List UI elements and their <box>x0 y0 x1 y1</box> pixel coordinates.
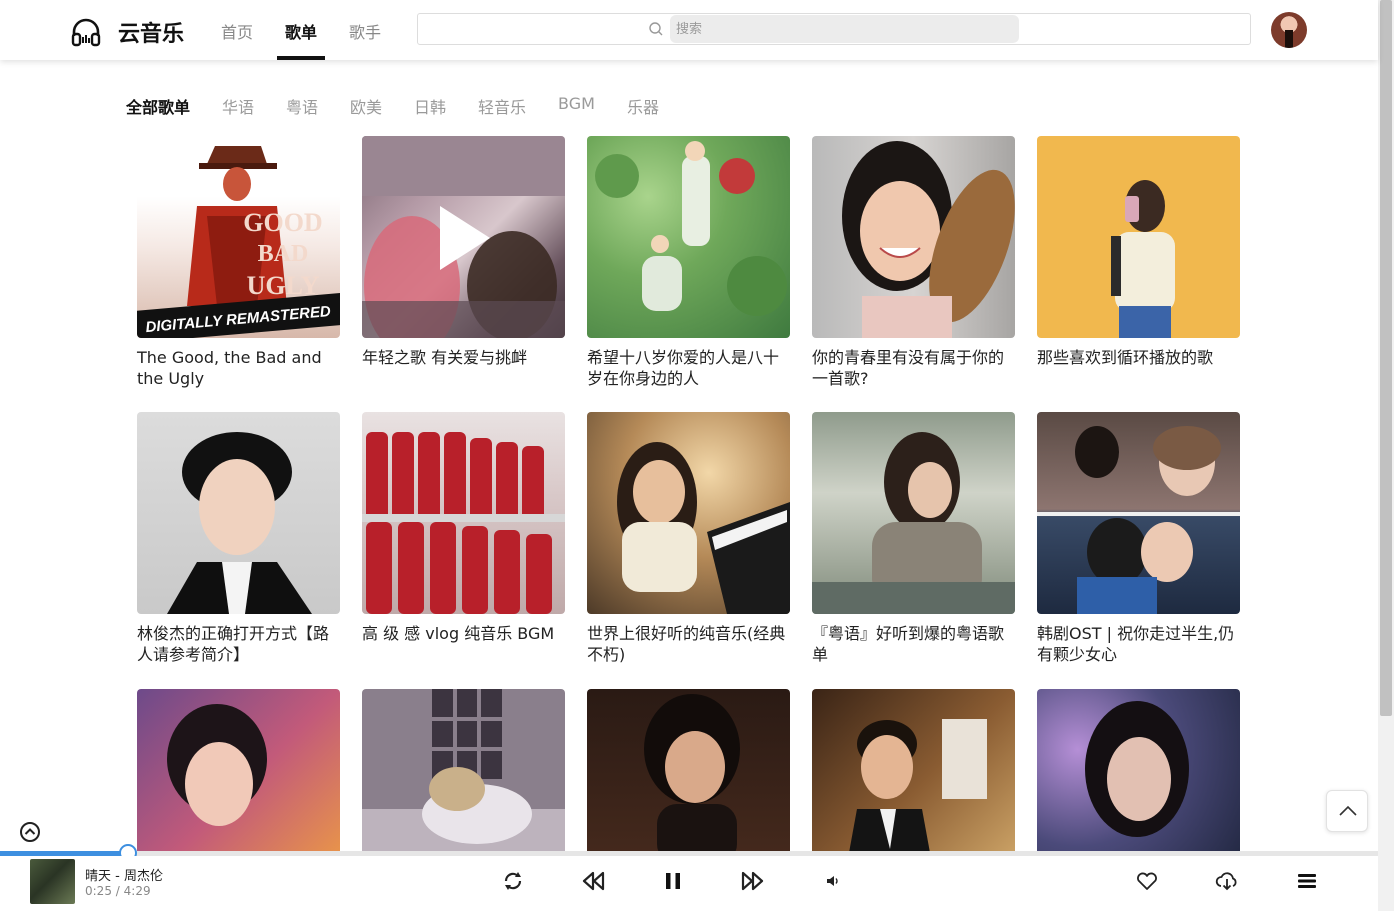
playlist-cover[interactable] <box>812 136 1015 338</box>
category-all[interactable]: 全部歌单 <box>126 94 190 118</box>
back-to-top-button[interactable] <box>1326 790 1368 832</box>
user-avatar[interactable] <box>1271 12 1307 48</box>
loop-icon[interactable] <box>500 868 526 894</box>
playlist-cover[interactable] <box>587 412 790 614</box>
playlist-cover[interactable]: GOOD BAD UGLY DIGITALLY REMASTERED <box>137 136 340 338</box>
headphones-logo-icon[interactable] <box>70 16 102 48</box>
playlist-cover[interactable] <box>1037 412 1240 614</box>
category-western[interactable]: 欧美 <box>350 94 382 118</box>
category-cantonese[interactable]: 粤语 <box>286 94 318 118</box>
playlist-title[interactable]: 『粤语』好听到爆的粤语歌单 <box>812 623 1015 665</box>
playlist-card[interactable]: 年轻之歌 有关爱与挑衅 <box>362 136 565 368</box>
search-input[interactable] <box>670 15 1019 43</box>
playlist-card[interactable]: 你的青春里有没有属于你的一首歌? <box>812 136 1015 389</box>
category-light-music[interactable]: 轻音乐 <box>478 94 526 118</box>
svg-text:BAD: BAD <box>258 241 309 267</box>
playlist-card[interactable]: 韩剧OST | 祝你走过半生,仍有颗少女心 <box>1037 412 1240 665</box>
playlist-title[interactable]: 世界上很好听的纯音乐(经典不朽) <box>587 623 790 665</box>
chevron-up-icon <box>1339 805 1357 816</box>
cowboy-poster-art: GOOD BAD UGLY DIGITALLY REMASTERED <box>137 146 340 338</box>
playlist-cover[interactable] <box>812 412 1015 614</box>
playlist-card[interactable]: 希望十八岁你爱的人是八十岁在你身边的人 <box>587 136 790 389</box>
total-time: 4:29 <box>123 884 151 898</box>
category-chinese[interactable]: 华语 <box>222 94 254 118</box>
search-icon <box>649 22 663 36</box>
player-bar <box>0 856 1378 911</box>
playlist-title[interactable]: 年轻之歌 有关爱与挑衅 <box>362 347 565 368</box>
playlist-title[interactable]: The Good, the Bad and the Ugly <box>137 347 340 389</box>
nav-active-indicator <box>277 56 325 60</box>
playlist-card[interactable]: 高 级 感 vlog 纯音乐 BGM <box>362 412 565 644</box>
playlist-card[interactable]: 『粤语』好听到爆的粤语歌单 <box>812 412 1015 665</box>
playlist-title[interactable]: 高 级 感 vlog 纯音乐 BGM <box>362 623 565 644</box>
playlist-title[interactable]: 希望十八岁你爱的人是八十岁在你身边的人 <box>587 347 790 389</box>
playlist-title[interactable]: 你的青春里有没有属于你的一首歌? <box>812 347 1015 389</box>
nav-artists[interactable]: 歌手 <box>349 19 381 43</box>
brand-name[interactable]: 云音乐 <box>118 16 184 48</box>
now-playing-cover[interactable] <box>30 859 75 904</box>
volume-icon[interactable] <box>820 868 846 894</box>
playlist-cover[interactable] <box>362 412 565 614</box>
playlist-menu-icon[interactable] <box>1294 868 1320 894</box>
page-scrollbar-thumb[interactable] <box>1380 0 1392 716</box>
playlist-card[interactable]: 林俊杰的正确打开方式【路人请参考简介】 <box>137 412 340 665</box>
now-playing-title[interactable]: 晴天 - 周杰伦 <box>85 865 163 884</box>
playlist-card[interactable]: GOOD BAD UGLY DIGITALLY REMASTERED The G… <box>137 136 340 389</box>
svg-text:GOOD: GOOD <box>243 208 322 237</box>
expand-player-icon[interactable] <box>19 821 41 843</box>
nav-playlists[interactable]: 歌单 <box>285 19 317 43</box>
category-instruments[interactable]: 乐器 <box>627 94 659 118</box>
nav-home[interactable]: 首页 <box>221 19 253 43</box>
pause-icon[interactable] <box>660 868 686 894</box>
top-header: 云音乐 首页 歌单 歌手 <box>0 0 1378 60</box>
playlist-card[interactable]: 世界上很好听的纯音乐(经典不朽) <box>587 412 790 665</box>
next-icon[interactable] <box>740 868 766 894</box>
playlist-card[interactable]: 那些喜欢到循环播放的歌 <box>1037 136 1240 368</box>
playlist-cover[interactable] <box>137 412 340 614</box>
playlist-cover[interactable] <box>587 136 790 338</box>
download-cloud-icon[interactable] <box>1214 868 1240 894</box>
playlist-cover[interactable] <box>362 136 565 338</box>
playlist-title[interactable]: 韩剧OST | 祝你走过半生,仍有颗少女心 <box>1037 623 1240 665</box>
playlist-title[interactable]: 那些喜欢到循环播放的歌 <box>1037 347 1240 368</box>
now-playing-time: 0:25 / 4:29 <box>85 884 151 898</box>
category-bgm[interactable]: BGM <box>558 94 595 113</box>
previous-icon[interactable] <box>580 868 606 894</box>
category-japan-korea[interactable]: 日韩 <box>414 94 446 118</box>
playlist-title[interactable]: 林俊杰的正确打开方式【路人请参考简介】 <box>137 623 340 665</box>
current-time: 0:25 <box>85 884 112 898</box>
playlist-cover[interactable] <box>1037 136 1240 338</box>
svg-text:UGLY: UGLY <box>247 271 320 300</box>
heart-icon[interactable] <box>1134 868 1160 894</box>
